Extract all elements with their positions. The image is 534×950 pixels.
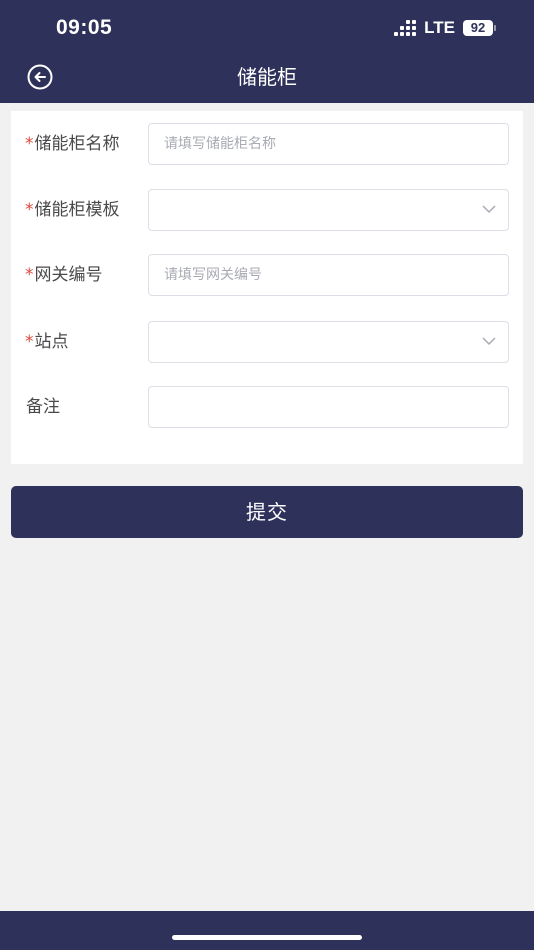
field-label: 备注 <box>26 397 60 417</box>
chevron-down-icon <box>482 337 496 346</box>
cabinet-name-input[interactable]: 请填写储能柜名称 <box>148 123 509 165</box>
status-indicators: LTE 92 <box>394 18 496 38</box>
home-indicator[interactable] <box>172 935 362 940</box>
page-title: 储能柜 <box>237 65 297 89</box>
form-row-site: *站点 <box>11 321 523 363</box>
status-time: 09:05 <box>56 16 113 39</box>
cabinet-template-select[interactable] <box>148 189 509 231</box>
cabinet-form: *储能柜名称 请填写储能柜名称 *储能柜模板 *网关编号 请填写网关编号 *站点… <box>11 111 523 464</box>
form-row-cabinet-template: *储能柜模板 <box>11 189 523 231</box>
network-type: LTE <box>424 18 455 37</box>
remarks-input[interactable] <box>148 386 509 428</box>
form-row-remarks: 备注 <box>11 386 523 428</box>
battery-level: 92 <box>463 20 493 36</box>
required-mark: * <box>25 265 34 285</box>
signal-strength-icon <box>394 20 417 36</box>
bottom-bar <box>0 911 534 950</box>
form-row-cabinet-name: *储能柜名称 请填写储能柜名称 <box>11 123 523 165</box>
field-label: *储能柜模板 <box>25 200 120 220</box>
submit-button[interactable]: 提交 <box>11 486 523 538</box>
site-select[interactable] <box>148 321 509 363</box>
field-label: *网关编号 <box>25 265 103 285</box>
gateway-number-input[interactable]: 请填写网关编号 <box>148 254 509 296</box>
input-placeholder: 请填写网关编号 <box>164 267 262 283</box>
input-placeholder: 请填写储能柜名称 <box>164 136 276 152</box>
field-label: *站点 <box>25 332 69 352</box>
required-mark: * <box>25 134 34 154</box>
field-label: *储能柜名称 <box>25 134 120 154</box>
app-header: 09:05 LTE 92 储能柜 <box>0 0 534 103</box>
form-row-gateway-number: *网关编号 请填写网关编号 <box>11 254 523 296</box>
chevron-down-icon <box>482 205 496 214</box>
required-mark: * <box>25 200 34 220</box>
required-mark: * <box>25 332 34 352</box>
battery-icon: 92 <box>463 20 496 36</box>
